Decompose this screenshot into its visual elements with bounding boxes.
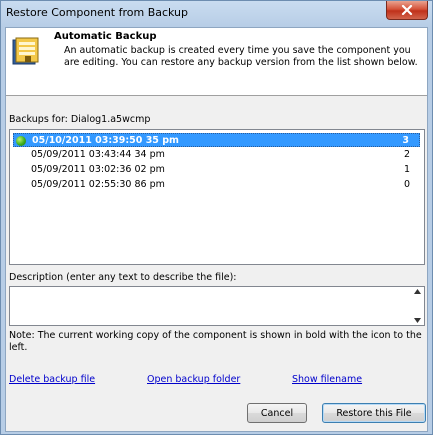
scroll-up-icon[interactable] [413, 289, 421, 294]
note-text: Note: The current working copy of the co… [9, 330, 422, 353]
description-label: Description (enter any text to describe … [9, 272, 237, 283]
dialog-body: Automatic Backup An automatic backup is … [5, 27, 428, 432]
open-backup-folder-link[interactable]: Open backup folder [147, 374, 240, 385]
backup-date: 05/09/2011 03:43:44 34 pm [31, 149, 165, 160]
backup-row[interactable]: 05/09/2011 03:02:36 02 pm 1 [13, 163, 420, 177]
show-filename-link[interactable]: Show filename [292, 374, 362, 385]
backup-date: 05/10/2011 03:39:50 35 pm [32, 135, 179, 146]
header-title: Automatic Backup [54, 31, 157, 42]
backup-row[interactable]: 05/09/2011 02:55:30 86 pm 0 [13, 178, 420, 192]
title-bar[interactable]: Restore Component from Backup [1, 1, 432, 27]
backup-list[interactable]: 05/10/2011 03:39:50 35 pm 3 05/09/2011 0… [9, 129, 425, 265]
backup-number: 3 [402, 135, 409, 146]
backup-date: 05/09/2011 02:55:30 86 pm [31, 179, 165, 190]
backup-number: 1 [403, 164, 410, 175]
description-input[interactable] [9, 286, 425, 326]
backup-archive-icon [12, 37, 39, 65]
green-dot-icon [16, 136, 26, 146]
header-description: An automatic backup is created every tim… [64, 45, 418, 68]
cancel-button[interactable]: Cancel [247, 403, 307, 423]
description-scrollbar[interactable] [412, 289, 422, 323]
delete-backup-link[interactable]: Delete backup file [9, 374, 95, 385]
backup-row[interactable]: 05/10/2011 03:39:50 35 pm 3 [13, 133, 420, 147]
backup-date: 05/09/2011 03:02:36 02 pm [31, 164, 165, 175]
dialog-window: Restore Component from Backup Automatic … [0, 0, 433, 435]
info-header: Automatic Backup An automatic backup is … [6, 28, 427, 96]
backup-number: 2 [403, 149, 410, 160]
close-button[interactable] [386, 1, 428, 20]
scroll-down-icon[interactable] [413, 318, 421, 323]
restore-file-button[interactable]: Restore this File [322, 403, 426, 423]
window-title: Restore Component from Backup [6, 6, 189, 19]
close-icon [401, 5, 413, 15]
backups-for-label: Backups for: Dialog1.a5wcmp [9, 114, 151, 125]
backup-row[interactable]: 05/09/2011 03:43:44 34 pm 2 [13, 148, 420, 162]
backup-number: 0 [403, 179, 410, 190]
